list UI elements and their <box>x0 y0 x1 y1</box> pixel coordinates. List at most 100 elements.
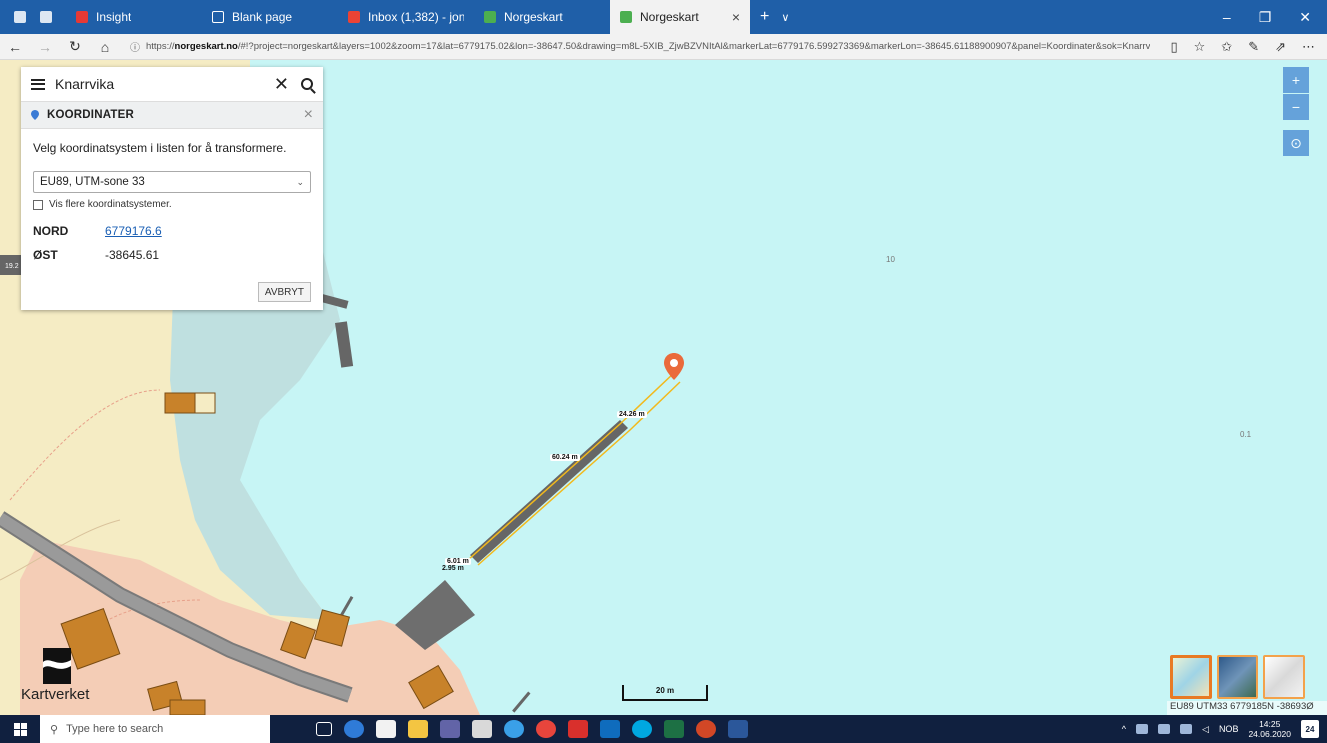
pen-icon[interactable]: ✎ <box>1248 39 1259 55</box>
address-bar-actions: ▯ ☆ ✩ ✎ ⇗ ⋯ <box>1170 39 1327 55</box>
north-row: NORD 6779176.6 <box>33 224 311 238</box>
tab-blank-page[interactable]: Blank page <box>202 0 338 34</box>
taskbar-search[interactable]: ⚲ Type here to search <box>40 715 270 743</box>
east-value: -38645.61 <box>105 248 160 262</box>
east-row: ØST -38645.61 <box>33 248 311 262</box>
locate-button[interactable]: ⊙ <box>1283 130 1309 156</box>
refresh-icon[interactable]: ↻ <box>60 38 90 55</box>
crosshair-icon: ⊙ <box>1290 134 1302 151</box>
restore-icon[interactable]: ❐ <box>1259 9 1272 26</box>
zoom-in-button[interactable]: + <box>1283 67 1309 93</box>
language-indicator[interactable]: NOB <box>1219 724 1239 734</box>
info-icon[interactable]: ⓘ <box>130 39 140 54</box>
browser-tab-bar: Insight Blank page Inbox (1,382) - jonar… <box>0 0 1327 34</box>
more-systems-checkbox[interactable] <box>33 199 43 210</box>
taskbar-search-placeholder: Type here to search <box>66 723 164 735</box>
notifications-button[interactable]: 24 <box>1301 720 1319 738</box>
tab-norgeskart-active[interactable]: Norgeskart × <box>610 0 750 34</box>
measurement-label: 2.95 m <box>442 565 464 572</box>
forward-icon[interactable]: → <box>30 39 60 55</box>
window-controls: – ❐ ✕ <box>1223 0 1327 34</box>
tab-inbox[interactable]: Inbox (1,382) - jonarhe@gr <box>338 0 474 34</box>
outlook-icon[interactable] <box>600 720 620 738</box>
show-hidden-icons[interactable]: ^ <box>1122 724 1126 734</box>
display-icon[interactable] <box>1180 724 1193 734</box>
reading-view-icon[interactable]: ▯ <box>1170 39 1177 55</box>
chrome-icon[interactable] <box>536 720 556 738</box>
pier <box>334 321 354 368</box>
store-icon[interactable] <box>376 720 396 738</box>
more-systems-row[interactable]: Vis flere koordinatsystemer. <box>33 199 311 210</box>
base-layer-aerial[interactable] <box>1216 655 1259 699</box>
norgeskart-icon <box>620 11 632 23</box>
minimize-icon[interactable]: – <box>1223 9 1231 25</box>
selected-system: EU89, UTM-sone 33 <box>40 176 145 188</box>
tab-menu-button[interactable]: ∨ <box>781 11 789 24</box>
close-window-icon[interactable]: ✕ <box>1299 9 1311 26</box>
measure-line <box>477 381 681 566</box>
clock[interactable]: 14:25 24.06.2020 <box>1248 719 1291 739</box>
favorite-star-icon[interactable]: ☆ <box>1194 39 1206 55</box>
base-layer-topo[interactable] <box>1170 655 1212 699</box>
onedrive-icon[interactable] <box>1158 724 1171 734</box>
clock-date: 24.06.2020 <box>1248 729 1291 739</box>
depth-label: 0.1 <box>1240 430 1252 439</box>
pen-app-icon[interactable] <box>472 720 492 738</box>
instruction-text: Velg koordinatsystem i listen for å tran… <box>33 141 287 155</box>
building <box>164 392 196 414</box>
home-icon[interactable]: ⌂ <box>90 39 120 55</box>
task-view-icon[interactable] <box>316 722 332 736</box>
system-tray: ^ ◁ NOB 14:25 24.06.2020 24 <box>1122 719 1327 739</box>
word-icon[interactable] <box>728 720 748 738</box>
cancel-button[interactable]: AVBRYT <box>257 282 311 302</box>
acrobat-icon[interactable] <box>568 720 588 738</box>
north-value-link[interactable]: 6779176.6 <box>105 224 162 238</box>
file-explorer-icon[interactable] <box>408 720 428 738</box>
clear-search-icon[interactable]: ✕ <box>274 74 289 95</box>
tab-norgeskart[interactable]: Norgeskart <box>474 0 610 34</box>
back-icon[interactable]: ← <box>0 39 30 55</box>
page-icon <box>212 11 224 23</box>
tab-actions-icon[interactable] <box>14 11 26 23</box>
excel-icon[interactable] <box>664 720 684 738</box>
edge-icon[interactable] <box>344 720 364 738</box>
measurement-label: 6.01 m <box>445 558 471 565</box>
new-tab-button[interactable]: + <box>760 8 769 26</box>
ie-icon[interactable] <box>504 720 524 738</box>
windows-icon <box>13 722 27 736</box>
location-marker <box>664 353 684 380</box>
tab-label: Norgeskart <box>504 10 563 24</box>
powerpoint-icon[interactable] <box>696 720 716 738</box>
measurement-label: 24.26 m <box>617 411 647 418</box>
address-bar: ← → ↻ ⌂ ⓘ https://norgeskart.no/#!?proje… <box>0 34 1327 60</box>
teams-icon[interactable] <box>440 720 460 738</box>
favorites-icon[interactable]: ✩ <box>1221 39 1232 55</box>
set-aside-tabs-icon[interactable] <box>40 11 52 23</box>
tab-label: Insight <box>96 10 132 24</box>
network-adapter-icon[interactable] <box>1136 724 1149 734</box>
close-tab-icon[interactable]: × <box>732 9 740 25</box>
search-input[interactable]: Knarrvika <box>55 76 274 92</box>
search-icon[interactable] <box>301 78 313 90</box>
tab-insight[interactable]: Insight <box>66 0 202 34</box>
url-field[interactable]: ⓘ https://norgeskart.no/#!?project=norge… <box>130 37 1150 57</box>
pier <box>512 691 531 713</box>
share-icon[interactable]: ⇗ <box>1275 39 1286 55</box>
skype-icon[interactable] <box>632 720 652 738</box>
panel-actions: AVBRYT <box>33 282 311 302</box>
more-systems-label: Vis flere koordinatsystemer. <box>49 199 172 210</box>
depth-label: 10 <box>886 255 895 264</box>
search-icon: ⚲ <box>50 723 59 736</box>
map-pin-icon <box>31 110 39 120</box>
insight-icon <box>76 11 88 23</box>
mail-icon <box>348 11 360 23</box>
base-layer-switcher <box>1170 655 1305 701</box>
close-panel-icon[interactable]: × <box>304 106 313 124</box>
base-layer-gray[interactable] <box>1263 655 1305 699</box>
start-button[interactable] <box>0 715 40 743</box>
more-icon[interactable]: ⋯ <box>1302 39 1315 55</box>
menu-icon[interactable] <box>31 78 45 90</box>
zoom-out-button[interactable]: − <box>1283 94 1309 120</box>
volume-icon[interactable]: ◁ <box>1202 724 1209 735</box>
coordinate-system-select[interactable]: EU89, UTM-sone 33 ⌄ <box>33 171 311 193</box>
